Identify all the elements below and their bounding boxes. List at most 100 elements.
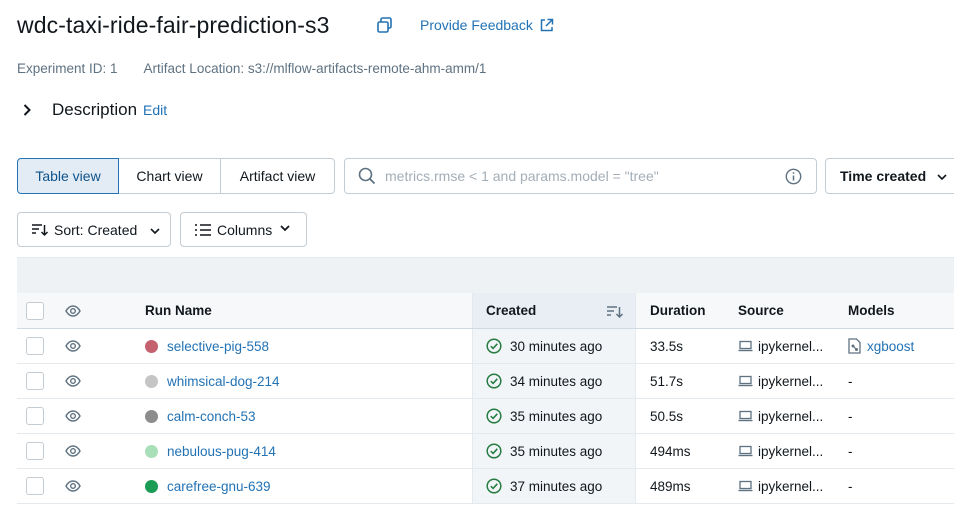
created-value: 37 minutes ago	[510, 478, 603, 494]
run-color-dot[interactable]	[145, 444, 158, 458]
tab-artifact-view[interactable]: Artifact view	[220, 158, 335, 194]
eye-icon[interactable]	[65, 304, 81, 317]
row-checkbox[interactable]	[26, 372, 44, 390]
copy-icon[interactable]	[376, 16, 394, 34]
experiment-meta: Experiment ID: 1 Artifact Location: s3:/…	[17, 61, 486, 76]
info-icon[interactable]	[785, 168, 802, 185]
search-input[interactable]	[385, 168, 765, 184]
row-checkbox[interactable]	[26, 477, 44, 495]
external-link-icon	[540, 18, 554, 31]
models-cell: -	[848, 399, 948, 433]
source-cell: ipykernel...	[738, 469, 838, 503]
search-icon	[358, 167, 376, 185]
provide-feedback-link[interactable]: Provide Feedback	[420, 17, 554, 33]
table-row[interactable]: carefree-gnu-639 37 minutes ago 489ms ip…	[17, 469, 954, 504]
sort-button[interactable]: Sort: Created	[17, 212, 171, 247]
table-row[interactable]: calm-conch-53 35 minutes ago 50.5s ipyke…	[17, 399, 954, 434]
run-color-dot[interactable]	[145, 409, 158, 423]
models-cell: -	[848, 364, 948, 398]
run-name-link[interactable]: calm-conch-53	[167, 409, 256, 424]
model-link: -	[848, 478, 853, 494]
run-name-link[interactable]: whimsical-dog-214	[167, 374, 280, 389]
source-link[interactable]: ipykernel...	[758, 444, 823, 459]
duration-value: 51.7s	[650, 373, 684, 389]
page-title-row: wdc-taxi-ride-fair-prediction-s3	[17, 10, 330, 40]
created-value: 30 minutes ago	[510, 338, 603, 354]
tab-chart-view[interactable]: Chart view	[118, 158, 221, 194]
run-name-header[interactable]: Run Name	[145, 293, 465, 328]
created-cell: 34 minutes ago	[472, 364, 636, 398]
models-cell: xgboost	[848, 329, 948, 363]
row-checkbox[interactable]	[26, 337, 44, 355]
created-value: 35 minutes ago	[510, 408, 603, 424]
models-header[interactable]: Models	[848, 293, 948, 328]
run-name-link[interactable]: carefree-gnu-639	[167, 479, 271, 494]
source-link[interactable]: ipykernel...	[758, 374, 823, 389]
time-created-label: Time created	[840, 168, 927, 184]
run-color-dot[interactable]	[145, 339, 158, 353]
description-label: Description	[52, 100, 138, 119]
model-link: -	[848, 373, 853, 389]
time-created-select[interactable]: Time created	[825, 158, 954, 194]
table-body: selective-pig-558 30 minutes ago 33.5s i…	[17, 329, 954, 504]
chevron-down-icon	[937, 174, 947, 181]
row-select-cell	[26, 469, 46, 503]
created-header-label: Created	[486, 303, 537, 318]
source-header[interactable]: Source	[738, 293, 838, 328]
row-visibility-cell	[65, 329, 85, 363]
check-circle-icon	[486, 443, 502, 459]
edit-description-link[interactable]: Edit	[143, 102, 167, 118]
row-checkbox[interactable]	[26, 442, 44, 460]
row-checkbox[interactable]	[26, 407, 44, 425]
description-section: Description Edit	[20, 100, 167, 120]
table-row[interactable]: whimsical-dog-214 34 minutes ago 51.7s i…	[17, 364, 954, 399]
run-name-cell: calm-conch-53	[145, 399, 465, 433]
duration-header[interactable]: Duration	[650, 293, 730, 328]
source-link[interactable]: ipykernel...	[758, 339, 823, 354]
table-row[interactable]: selective-pig-558 30 minutes ago 33.5s i…	[17, 329, 954, 364]
model-file-icon	[848, 338, 861, 354]
duration-value: 489ms	[650, 478, 691, 494]
model-link: -	[848, 443, 853, 459]
experiment-id: Experiment ID: 1	[17, 61, 118, 76]
laptop-icon	[738, 340, 753, 352]
run-name-cell: carefree-gnu-639	[145, 469, 465, 503]
duration-value: 494ms	[650, 443, 691, 459]
columns-label: Columns	[217, 221, 273, 238]
eye-icon[interactable]	[65, 340, 81, 352]
check-circle-icon	[486, 338, 502, 354]
run-color-dot[interactable]	[145, 374, 158, 388]
run-color-dot[interactable]	[145, 479, 158, 493]
artifact-location: Artifact Location: s3://mlflow-artifacts…	[143, 61, 487, 76]
select-all-checkbox[interactable]	[26, 301, 44, 320]
source-link[interactable]: ipykernel...	[758, 479, 823, 494]
row-visibility-cell	[65, 364, 85, 398]
check-circle-icon	[486, 478, 502, 494]
runs-table: Run Name Created Duration Source Models …	[17, 293, 954, 504]
chevron-down-icon	[150, 228, 160, 235]
columns-button[interactable]: Columns	[180, 212, 307, 247]
source-cell: ipykernel...	[738, 364, 838, 398]
eye-icon[interactable]	[65, 445, 81, 457]
columns-list-icon	[195, 223, 211, 236]
tab-table-view[interactable]: Table view	[17, 158, 119, 194]
run-name-link[interactable]: selective-pig-558	[167, 339, 269, 354]
source-link[interactable]: ipykernel...	[758, 409, 823, 424]
model-link: -	[848, 408, 853, 424]
run-name-link[interactable]: nebulous-pug-414	[167, 444, 276, 459]
model-link[interactable]: xgboost	[867, 339, 914, 354]
models-cell: -	[848, 434, 948, 468]
created-header[interactable]: Created	[472, 293, 636, 328]
chevron-right-icon[interactable]	[20, 103, 34, 117]
row-select-cell	[26, 399, 46, 433]
check-circle-icon	[486, 373, 502, 389]
chevron-down-icon	[280, 225, 290, 232]
models-cell: -	[848, 469, 948, 503]
eye-icon[interactable]	[65, 410, 81, 422]
table-row[interactable]: nebulous-pug-414 35 minutes ago 494ms ip…	[17, 434, 954, 469]
sort-descending-icon[interactable]	[606, 304, 624, 320]
eye-icon[interactable]	[65, 480, 81, 492]
sort-icon	[32, 223, 49, 236]
source-cell: ipykernel...	[738, 434, 838, 468]
eye-icon[interactable]	[65, 375, 81, 387]
